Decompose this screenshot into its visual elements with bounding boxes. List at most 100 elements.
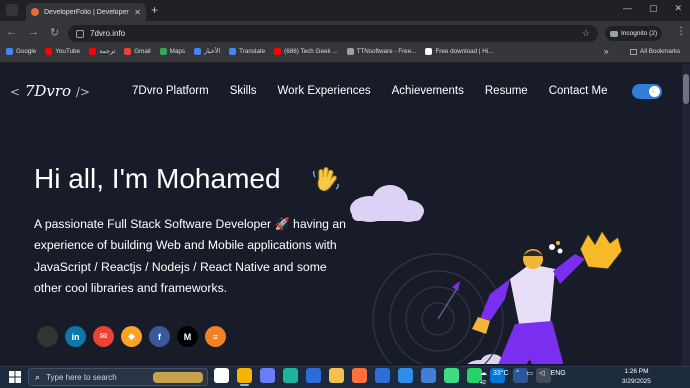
bookmark-item[interactable]: Free download | Hi... [425,48,493,55]
windows-start-icon[interactable] [8,370,22,384]
bookmark-favicon-icon [229,48,237,55]
weather-icon[interactable]: ☁ [480,369,487,377]
developer-illustration [350,185,623,364]
nav-link-work-experiences[interactable]: Work Experiences [278,85,371,97]
close-window-button[interactable]: ✕ [674,3,682,14]
bookmarks-overflow-button[interactable]: » [604,47,608,56]
gitlab-icon[interactable]: ◆ [121,326,142,347]
github-icon[interactable] [37,326,58,347]
taskbar-search-box[interactable]: ⌕ Type here to search [28,368,208,386]
bookmark-favicon-icon [274,48,282,55]
reload-button[interactable]: ↻ [50,26,59,39]
taskbar-clock[interactable]: 1:26 PM 3/29/2025 [622,367,651,387]
address-bar[interactable]: 7dvro.info ☆ [68,25,598,42]
bookmark-item[interactable]: Translate [229,48,265,55]
gmail-icon[interactable]: ✉ [93,326,114,347]
bookmark-label: Maps [169,48,186,55]
hero-greeting: Hi all, I'm Mohamed [34,163,281,194]
taskbar-photos-icon[interactable] [421,368,436,383]
volume-icon[interactable]: ◁ [539,369,544,377]
back-button[interactable]: ← [6,26,17,39]
bookmark-item[interactable]: Google [6,48,36,55]
dark-mode-toggle[interactable]: ☾ [632,84,662,99]
moon-icon: ☾ [649,86,660,97]
bookmark-label: Gmail [134,48,151,55]
forward-button[interactable]: → [28,26,39,39]
taskbar-files-icon[interactable] [329,368,344,383]
folder-icon [630,48,637,55]
nav-link-platform[interactable]: 7Dvro Platform [132,85,209,97]
all-bookmarks-button[interactable]: All Bookmarks [630,48,680,55]
taskbar-chrome-icon[interactable] [237,368,252,386]
tab-close-icon[interactable]: ✕ [134,8,141,17]
minimize-button[interactable]: — [623,3,632,14]
tab-search-button[interactable] [6,4,18,16]
maximize-button[interactable]: ▢ [649,3,658,14]
incognito-indicator[interactable]: Incognito (2) [605,26,663,41]
target-icon [372,253,504,364]
taskbar-mail-icon[interactable] [306,368,321,383]
tray-chevron-icon[interactable]: ⌃ [515,369,521,377]
site-info-icon[interactable] [76,29,84,38]
all-bookmarks-label: All Bookmarks [640,48,681,55]
clock-time: 1:26 PM [624,368,649,375]
bookmark-favicon-icon [89,48,97,55]
taskbar-store-icon[interactable] [375,368,390,383]
bookmark-label: Google [16,48,37,55]
bookmark-label: YouTube [55,48,81,55]
new-tab-button[interactable]: + [151,3,158,17]
bookmark-favicon-icon [346,48,354,55]
nav-link-contact[interactable]: Contact Me [549,85,608,97]
web-page: < 7Dvro /> 7Dvro Platform Skills Work Ex… [0,64,682,366]
bookmark-item[interactable]: ترجمة [89,48,115,55]
taskbar-vscode-icon[interactable] [398,368,413,383]
incognito-icon [610,30,618,37]
system-tray: ☁ 33°C ⌃ ▭ ◁ ENG [480,369,566,378]
bookmark-label: Free download | Hi... [435,48,494,55]
cloud-left-icon [350,185,424,222]
bookmark-favicon-icon [194,48,202,55]
language-indicator[interactable]: ENG [551,370,566,377]
hero-bio: A passionate Full Stack Software Develop… [34,217,346,295]
stackoverflow-icon[interactable]: ≡ [205,326,226,347]
search-icon: ⌕ [35,371,41,382]
scrollbar-thumb[interactable] [683,74,689,104]
bookmark-item[interactable]: (686) Tech Geek ... [274,48,338,55]
search-placeholder: Type here to search [46,372,117,382]
url-text: 7dvro.info [90,29,126,38]
bookmark-item[interactable]: Maps [159,48,186,55]
taskbar-task-view-icon[interactable] [214,368,229,383]
bookmark-item[interactable]: YouTube [45,48,80,55]
logo-close-bracket: /> [75,85,90,99]
character-icon [472,230,623,364]
network-icon[interactable]: ▭ [527,369,534,377]
bookmark-favicon-icon [425,48,433,55]
waving-hand-icon [313,167,339,192]
bookmark-item[interactable]: الأخبار [194,48,220,55]
taskbar-firefox-icon[interactable] [352,368,367,383]
search-highlight-icon [153,371,203,383]
facebook-icon[interactable]: f [149,326,170,347]
taskbar-edge-icon[interactable] [283,368,298,383]
bookmark-star-icon[interactable]: ☆ [582,28,590,39]
browser-menu-button[interactable]: ⋮ [676,26,686,37]
nav-link-skills[interactable]: Skills [230,85,257,97]
bookmark-item[interactable]: Gmail [124,48,151,55]
bookmark-label: ترجمة [99,48,116,55]
incognito-label: Incognito (2) [621,30,658,37]
navigation-buttons: ← → ↻ [6,26,59,39]
nav-link-achievements[interactable]: Achievements [392,85,464,97]
taskbar-copilot-icon[interactable] [260,368,275,383]
linkedin-icon[interactable]: in [65,326,86,347]
clock-date: 3/29/2025 [622,378,651,385]
tab-favicon-icon [31,8,39,16]
browser-tab[interactable]: DeveloperFolio | Developer Po ✕ [26,3,146,21]
site-logo[interactable]: < 7Dvro /> [10,82,90,100]
bookmark-item[interactable]: TTNsoftware - Free... [346,48,416,55]
bookmark-label: Translate [239,48,266,55]
temperature-text[interactable]: 33°C [493,370,509,377]
medium-icon[interactable]: M [177,326,198,347]
nav-link-resume[interactable]: Resume [485,85,528,97]
taskbar-android-studio-icon[interactable] [444,368,459,383]
page-scrollbar[interactable] [682,64,690,366]
